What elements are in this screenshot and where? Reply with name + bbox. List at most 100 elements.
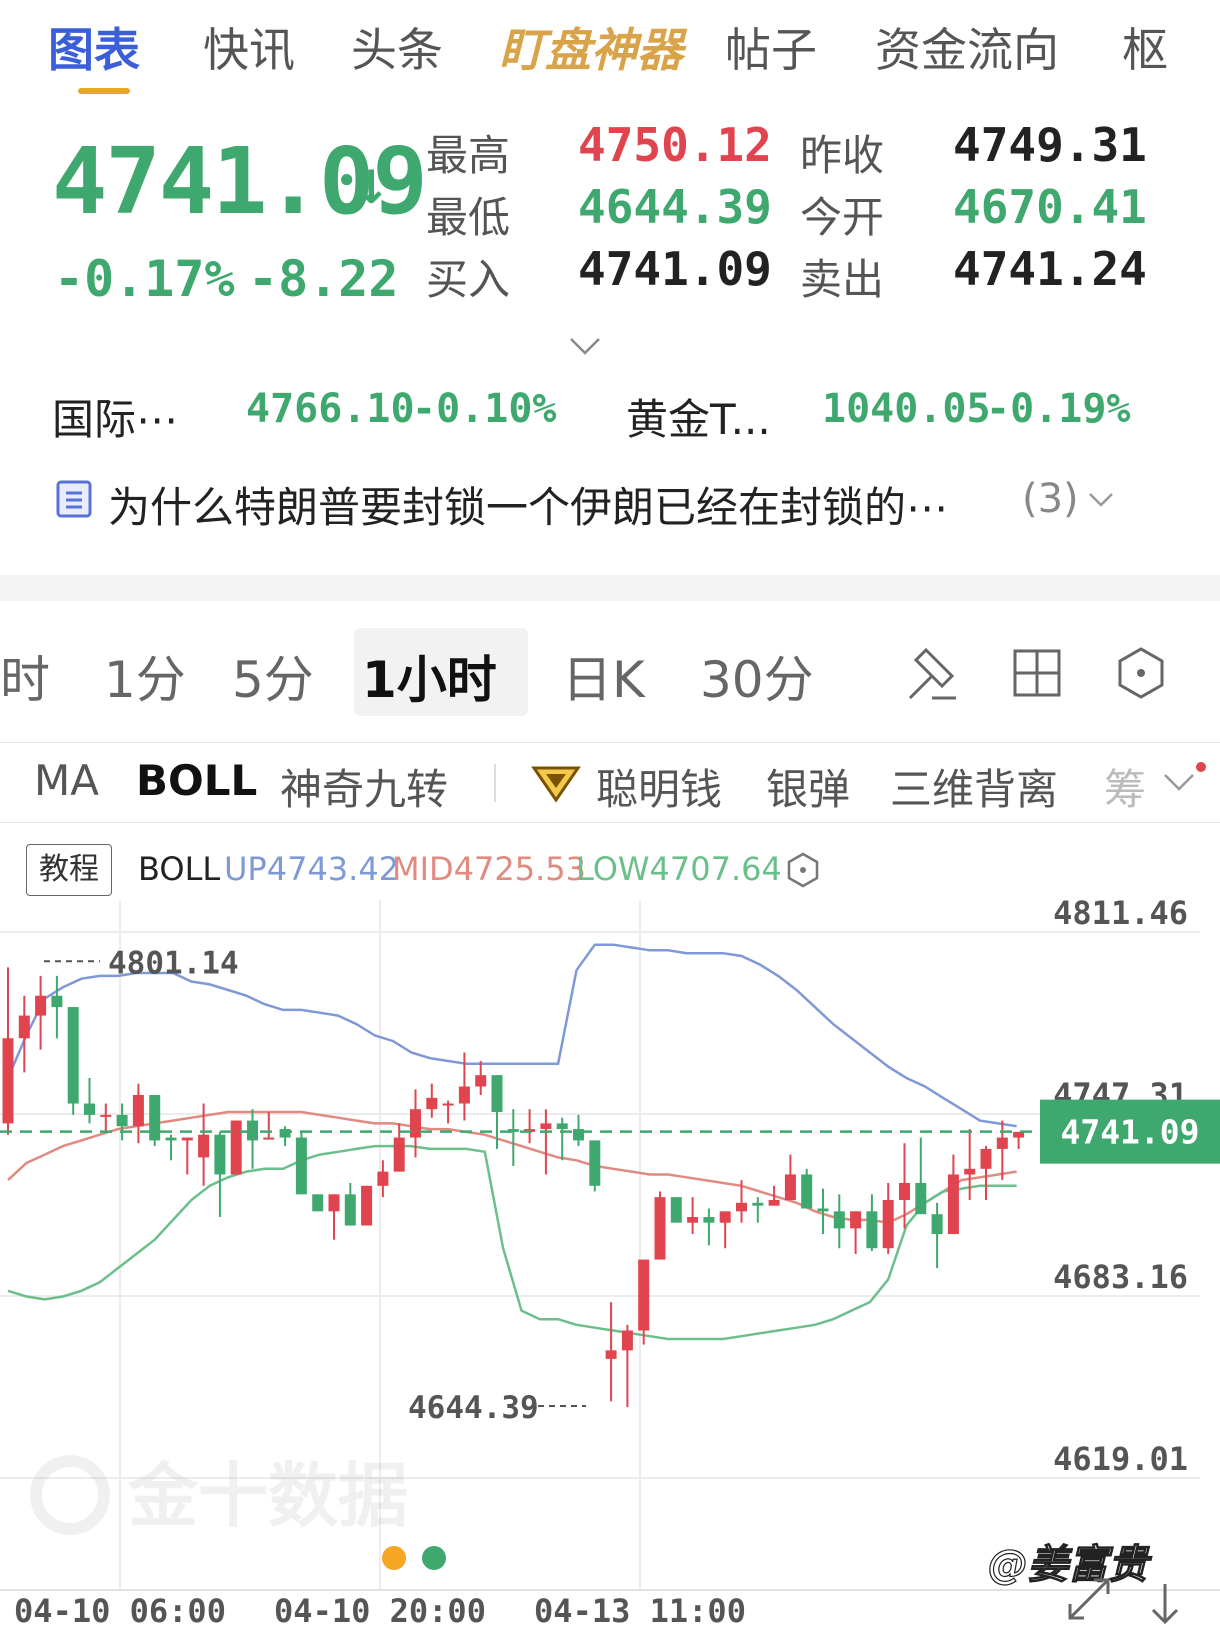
candle-body <box>312 1194 324 1212</box>
candle-body <box>899 1182 910 1200</box>
divider <box>494 764 496 802</box>
change-percent: -0.17% <box>54 250 235 308</box>
period-tab-daily[interactable]: 日K <box>562 640 645 712</box>
bid-value: 4741.09 <box>578 242 772 296</box>
period-tab-1min[interactable]: 1分 <box>104 640 186 712</box>
candle-body <box>181 1137 193 1141</box>
tab-more[interactable]: 枢 <box>1122 14 1168 80</box>
low-label: 最低 <box>426 193 511 242</box>
candle-body <box>752 1202 764 1206</box>
tutorial-badge[interactable]: 教程 <box>26 844 112 896</box>
indicator-tab-ma[interactable]: MA <box>34 756 99 805</box>
boll-mid-value: MID4725.53 <box>392 850 587 888</box>
candle-body <box>589 1140 601 1186</box>
candle-body <box>100 1114 112 1117</box>
drawing-tool-icon[interactable] <box>906 646 960 702</box>
candle-body <box>149 1095 161 1141</box>
chevron-down-icon[interactable] <box>569 336 601 356</box>
divider <box>0 822 1220 823</box>
indicator-settings-icon[interactable] <box>786 852 820 888</box>
news-count: (3) <box>1022 476 1079 522</box>
news-headline[interactable]: 为什么特朗普要封锁一个伊朗已经在封锁的⋯ <box>108 474 948 535</box>
high-value: 4750.12 <box>578 118 772 172</box>
candle-body <box>458 1086 470 1104</box>
candle-body <box>915 1182 927 1215</box>
high-label: 最高 <box>426 131 511 180</box>
candle-body <box>947 1174 959 1235</box>
article-icon <box>56 480 92 518</box>
related-pct-intl: -0.10% <box>412 386 557 432</box>
candle-body <box>784 1174 796 1200</box>
candle-body <box>442 1103 454 1106</box>
candle-body <box>18 1015 30 1039</box>
x-tick-label: 04-10 20:00 <box>274 1592 486 1630</box>
chevron-down-icon[interactable] <box>1162 772 1196 794</box>
tab-fund-flow[interactable]: 资金流向 <box>875 14 1059 80</box>
candle-body <box>475 1075 487 1087</box>
current-price-tag-label: 4741.09 <box>1060 1113 1199 1152</box>
candle-body <box>801 1174 813 1209</box>
period-tab-timeshare[interactable]: 时 <box>0 640 50 712</box>
related-name-intl[interactable]: 国际⋯ <box>52 386 178 447</box>
candle-body <box>198 1134 210 1158</box>
candle-body <box>377 1171 389 1186</box>
period-tab-30min[interactable]: 30分 <box>700 640 814 712</box>
prev-close-label: 昨收 <box>800 131 885 180</box>
y-tick-label: 4619.01 <box>1053 1440 1188 1478</box>
indicator-tab-chips[interactable]: 筹 <box>1104 756 1146 817</box>
open-label: 今开 <box>800 193 885 242</box>
candle-body <box>410 1109 421 1138</box>
candle-body <box>638 1259 650 1331</box>
active-tab-indicator <box>78 88 130 94</box>
candle-body <box>165 1137 177 1141</box>
boll-up-value: UP4743.42 <box>224 850 400 888</box>
related-name-gold-td[interactable]: 黄金T... <box>626 386 771 447</box>
candle-body <box>116 1114 128 1127</box>
candle-body <box>817 1208 829 1212</box>
indicator-tab-smart-money[interactable]: 聪明钱 <box>596 756 722 817</box>
candle-body <box>736 1202 747 1212</box>
tab-posts[interactable]: 帖子 <box>725 14 817 80</box>
section-separator <box>0 575 1220 601</box>
arrow-down-icon[interactable] <box>1148 1580 1182 1628</box>
tab-flash-news[interactable]: 快讯 <box>203 14 295 80</box>
candle-body <box>654 1197 666 1260</box>
bid-label: 买入 <box>426 255 511 304</box>
legend-dot-orange <box>382 1546 406 1570</box>
candlestick-chart[interactable]: 4811.464747.314683.164619.0104-10 06:00 0… <box>0 900 1220 1634</box>
candle-body <box>230 1120 242 1175</box>
down-arrow-icon: ↓ <box>352 160 391 214</box>
tab-watch-tool[interactable]: 盯盘神器 <box>499 14 683 80</box>
candle-body <box>850 1211 862 1229</box>
indicator-tab-silver-bullet[interactable]: 银弹 <box>766 756 850 817</box>
candle-body <box>719 1211 731 1223</box>
candle-body <box>703 1217 715 1223</box>
tab-headlines[interactable]: 头条 <box>351 14 443 80</box>
ask-label: 卖出 <box>800 255 885 304</box>
layout-grid-icon[interactable] <box>1012 648 1062 698</box>
candle-body <box>295 1137 307 1195</box>
y-tick-label: 4683.16 <box>1053 1258 1188 1296</box>
chevron-down-icon[interactable] <box>1088 492 1114 508</box>
settings-hexagon-icon[interactable] <box>1116 646 1166 700</box>
period-tab-5min[interactable]: 5分 <box>232 640 314 712</box>
indicator-tab-nine-turn[interactable]: 神奇九转 <box>280 756 448 817</box>
candle-body <box>996 1137 1008 1149</box>
candle-body <box>621 1330 633 1351</box>
candle-body <box>263 1137 275 1140</box>
tab-chart[interactable]: 图表 <box>48 14 140 80</box>
indicator-tab-3d-divergence[interactable]: 三维背离 <box>890 756 1058 817</box>
candle-body <box>833 1211 845 1229</box>
period-tab-1hour[interactable]: 1小时 <box>362 640 497 712</box>
candle-body <box>931 1214 943 1235</box>
candle-body <box>426 1097 438 1110</box>
candle-body <box>393 1137 405 1172</box>
indicator-tab-boll[interactable]: BOLL <box>136 756 257 805</box>
divider <box>0 742 1220 743</box>
fullscreen-icon[interactable] <box>1064 1574 1114 1624</box>
y-tick-label: 4811.46 <box>1053 900 1188 932</box>
candle-body <box>540 1123 552 1130</box>
notification-dot <box>1196 762 1206 772</box>
related-price-intl: 4766.10 <box>246 386 415 432</box>
candle-body <box>51 995 63 1008</box>
